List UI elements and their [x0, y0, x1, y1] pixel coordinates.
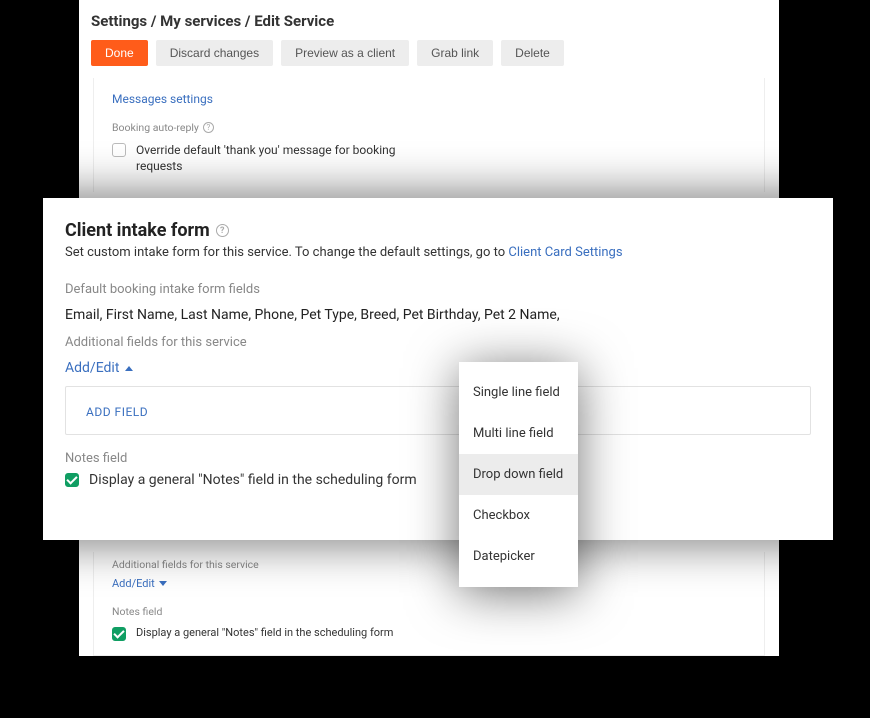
field-type-dropdown: Single line field Multi line field Drop …: [459, 362, 578, 587]
notes-checkbox-row-front: Display a general "Notes" field in the s…: [65, 472, 811, 488]
booking-auto-reply-label: Booking auto-reply ?: [112, 121, 746, 134]
intake-form-subtitle: Set custom intake form for this service.…: [65, 245, 811, 260]
help-icon[interactable]: ?: [216, 224, 229, 237]
booking-auto-reply-text: Booking auto-reply: [112, 121, 199, 134]
override-checkbox-row: Override default 'thank you' message for…: [112, 142, 746, 174]
chevron-up-icon: [125, 366, 133, 371]
discard-button[interactable]: Discard changes: [156, 40, 273, 66]
breadcrumb: Settings / My services / Edit Service: [91, 12, 767, 30]
notes-checkbox-row-back: Display a general "Notes" field in the s…: [112, 626, 746, 641]
notes-checkbox-front[interactable]: [65, 473, 79, 487]
client-card-settings-link[interactable]: Client Card Settings: [508, 245, 622, 260]
preview-button[interactable]: Preview as a client: [281, 40, 409, 66]
notes-field-label-front: Notes field: [65, 451, 811, 466]
add-field-box: ADD FIELD: [65, 386, 811, 435]
default-fields-label: Default booking intake form fields: [65, 282, 811, 297]
add-edit-toggle-front[interactable]: Add/Edit: [65, 360, 133, 376]
intake-form-panel: Client intake form ? Set custom intake f…: [43, 198, 833, 540]
add-edit-label-front: Add/Edit: [65, 360, 119, 376]
grab-link-button[interactable]: Grab link: [417, 40, 493, 66]
chevron-down-icon: [159, 581, 167, 586]
intake-form-title-row: Client intake form ?: [65, 220, 811, 241]
additional-fields-card-back: Additional fields for this service Add/E…: [93, 552, 765, 656]
delete-button[interactable]: Delete: [501, 40, 564, 66]
dropdown-item-drop-down[interactable]: Drop down field: [459, 454, 578, 495]
additional-fields-label-front: Additional fields for this service: [65, 335, 811, 350]
additional-fields-label-back: Additional fields for this service: [112, 558, 746, 571]
override-checkbox-label: Override default 'thank you' message for…: [136, 142, 436, 174]
notes-field-label-back: Notes field: [112, 605, 746, 618]
dropdown-item-datepicker[interactable]: Datepicker: [459, 536, 578, 577]
add-edit-label-back: Add/Edit: [112, 577, 155, 590]
action-button-row: Done Discard changes Preview as a client…: [91, 40, 767, 66]
back-header: Settings / My services / Edit Service Do…: [79, 0, 779, 78]
dropdown-item-checkbox[interactable]: Checkbox: [459, 495, 578, 536]
done-button[interactable]: Done: [91, 40, 148, 66]
intake-form-title: Client intake form: [65, 220, 210, 241]
intake-form-subtitle-text: Set custom intake form for this service.…: [65, 245, 508, 260]
add-edit-toggle-back[interactable]: Add/Edit: [112, 577, 167, 590]
default-fields-list: Email, First Name, Last Name, Phone, Pet…: [65, 307, 811, 323]
dropdown-item-multi-line[interactable]: Multi line field: [459, 413, 578, 454]
notes-checkbox-back[interactable]: [112, 627, 126, 641]
override-checkbox[interactable]: [112, 143, 126, 157]
messages-card: Messages settings Booking auto-reply ? O…: [93, 78, 765, 192]
dropdown-item-single-line[interactable]: Single line field: [459, 372, 578, 413]
help-icon[interactable]: ?: [203, 122, 214, 133]
add-field-button[interactable]: ADD FIELD: [86, 405, 148, 419]
notes-checkbox-label-front: Display a general "Notes" field in the s…: [89, 472, 417, 488]
messages-settings-link[interactable]: Messages settings: [112, 92, 213, 106]
notes-checkbox-label-back: Display a general "Notes" field in the s…: [136, 626, 393, 639]
